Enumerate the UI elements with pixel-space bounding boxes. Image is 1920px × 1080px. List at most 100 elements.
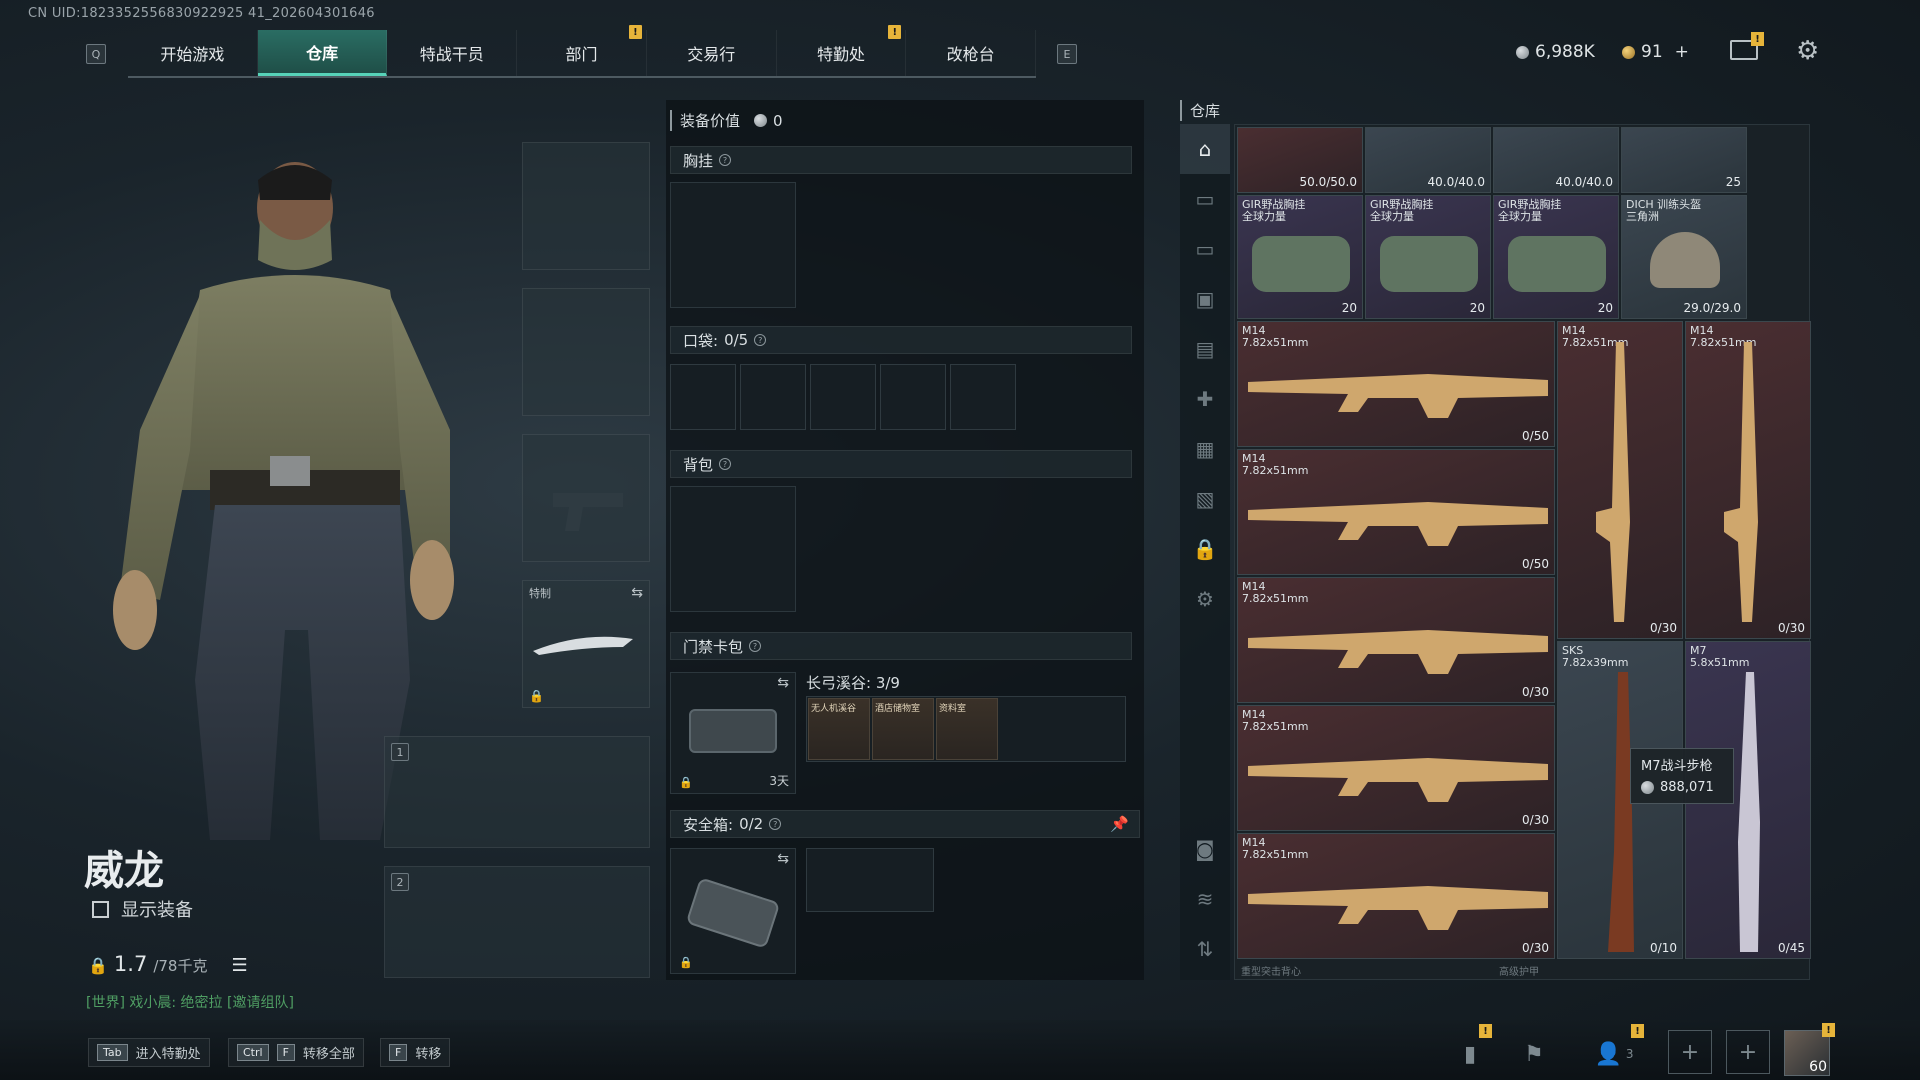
help-icon[interactable]: ? xyxy=(719,154,732,166)
list-icon[interactable]: ☰ xyxy=(231,955,247,976)
pocket-slot[interactable] xyxy=(880,364,946,430)
help-icon[interactable]: ? xyxy=(749,640,762,652)
gold-balance: 91 + xyxy=(1622,42,1689,62)
friends-icon[interactable]: 👤 3 ! xyxy=(1584,1024,1644,1074)
swap-icon[interactable]: ⇆ xyxy=(777,675,789,691)
stats-icon[interactable]: ▮ ! xyxy=(1448,1024,1492,1074)
lock-icon: 🔒 xyxy=(679,956,693,969)
pistol-slot[interactable] xyxy=(522,434,650,562)
tab-warehouse[interactable]: 仓库 xyxy=(257,30,388,76)
world-chat-message[interactable]: [世界] 戏小晨: 绝密拉 [邀请组队] xyxy=(86,992,294,1012)
keycard-map: 长弓溪谷: 3/9 xyxy=(806,674,900,692)
inventory-item[interactable]: 50.0/50.0 xyxy=(1237,127,1363,193)
inventory-item[interactable]: M14 7.82x51mm 0/30 xyxy=(1685,321,1811,639)
inventory-item[interactable]: M14 7.82x51mm 0/50 xyxy=(1237,321,1555,447)
armor-category-icon[interactable]: ▣ xyxy=(1180,274,1230,324)
layers-icon[interactable]: ≋ xyxy=(1180,874,1230,924)
warning-icon: ! xyxy=(1479,1024,1492,1038)
swap-icon[interactable]: ⇆ xyxy=(777,851,789,867)
nav-left-key[interactable]: Q xyxy=(86,44,106,64)
user-uid: CN UID:1823352556830922925 41_2026043016… xyxy=(28,6,375,21)
portrait-icon[interactable]: ◙ xyxy=(1180,824,1230,874)
sort-icon[interactable]: ⇅ xyxy=(1180,924,1230,974)
pocket-slot[interactable] xyxy=(670,364,736,430)
enter-special-ops-hint[interactable]: Tab 进入特勤处 xyxy=(88,1038,210,1067)
flag-icon[interactable]: ⚑ xyxy=(1512,1034,1556,1074)
top-nav: 开始游戏 仓库 特战干员 部门! 交易行 特勤处! 改枪台 xyxy=(128,25,1037,78)
mail-icon[interactable]: ! xyxy=(1730,32,1764,60)
help-icon[interactable]: ? xyxy=(719,458,732,470)
inventory-item[interactable]: 25 xyxy=(1621,127,1747,193)
chest-rig-slot[interactable] xyxy=(670,182,796,308)
tab-special-ops[interactable]: 特勤处! xyxy=(777,25,907,76)
tab-gunsmith[interactable]: 改枪台 xyxy=(906,30,1037,76)
safebox-grid[interactable] xyxy=(806,848,934,912)
silver-coin-icon xyxy=(1641,781,1654,794)
chest-rig-header: 胸挂? xyxy=(670,146,1132,174)
smg-category-icon[interactable]: ▭ xyxy=(1180,224,1230,274)
misc-category-icon[interactable]: ▧ xyxy=(1180,474,1230,524)
add-teammate-button[interactable]: + xyxy=(1726,1030,1770,1074)
primary-weapon-slot-1[interactable]: 1 xyxy=(384,736,650,848)
rifle-icon xyxy=(1248,758,1548,802)
helmet-slot[interactable] xyxy=(522,142,650,270)
inventory-item[interactable]: M14 7.82x51mm 0/30 xyxy=(1237,705,1555,831)
transfer-hint[interactable]: F 转移 xyxy=(380,1038,451,1067)
rifle-icon xyxy=(1738,672,1760,952)
help-icon[interactable]: ? xyxy=(754,334,767,346)
keycard-case-slot[interactable]: ⇆ 🔒 3天 xyxy=(670,672,796,794)
keycard-item[interactable]: 酒店储物室 xyxy=(872,698,934,760)
show-equip-toggle[interactable]: 显示装备 xyxy=(92,896,193,922)
pistol-icon xyxy=(553,493,623,531)
attachment-category-icon[interactable]: ▦ xyxy=(1180,424,1230,474)
inventory-item[interactable]: M14 7.82x51mm 0/30 xyxy=(1237,577,1555,703)
pocket-slot[interactable] xyxy=(950,364,1016,430)
help-icon[interactable]: ? xyxy=(769,818,782,830)
warning-icon: ! xyxy=(1822,1023,1835,1037)
transfer-all-hint[interactable]: Ctrl F 转移全部 xyxy=(228,1038,364,1067)
keycard-item[interactable]: 资料室 xyxy=(936,698,998,760)
add-gold-button[interactable]: + xyxy=(1675,42,1689,62)
safebox-slot[interactable]: ⇆ 🔒 xyxy=(670,848,796,974)
armor-slot[interactable] xyxy=(522,288,650,416)
rifle-category-icon[interactable]: ▭ xyxy=(1180,174,1230,224)
melee-slot[interactable]: 特制 ⇆ 🔒 xyxy=(522,580,650,708)
inventory-item[interactable]: M14 7.82x51mm 0/30 xyxy=(1237,833,1555,959)
tab-market[interactable]: 交易行 xyxy=(647,30,777,76)
tab-start-game[interactable]: 开始游戏 xyxy=(128,30,258,76)
rifle-icon xyxy=(1248,374,1548,418)
operator-name: 威龙 xyxy=(84,848,164,894)
nav-right-key[interactable]: E xyxy=(1057,44,1077,64)
inventory-item[interactable]: GIR野战胸挂 全球力量 20 xyxy=(1493,195,1619,319)
pocket-slot[interactable] xyxy=(740,364,806,430)
tab-operators[interactable]: 特战干员 xyxy=(387,30,518,76)
inventory-item[interactable]: GIR野战胸挂 全球力量 20 xyxy=(1365,195,1491,319)
add-teammate-button[interactable]: + xyxy=(1668,1030,1712,1074)
inventory-item[interactable]: M14 7.82x51mm 0/30 xyxy=(1557,321,1683,639)
pocket-slot[interactable] xyxy=(810,364,876,430)
gear-icon[interactable]: ⚙ xyxy=(1180,574,1230,624)
inventory-item[interactable]: DICH 训练头盔 三角洲 29.0/29.0 xyxy=(1621,195,1747,319)
medical-category-icon[interactable]: ✚ xyxy=(1180,374,1230,424)
pocket-header: 口袋: 0/5 ? xyxy=(670,326,1132,354)
keycard-item[interactable]: 无人机溪谷 xyxy=(808,698,870,760)
checkbox[interactable] xyxy=(92,900,109,918)
pin-icon[interactable]: 📌 xyxy=(1110,815,1129,833)
lock-icon[interactable]: 🔒 xyxy=(1180,524,1230,574)
ammo-category-icon[interactable]: ▤ xyxy=(1180,324,1230,374)
inventory-item[interactable]: 40.0/40.0 xyxy=(1493,127,1619,193)
inventory-item[interactable]: GIR野战胸挂 全球力量 20 xyxy=(1237,195,1363,319)
tab-department[interactable]: 部门! xyxy=(517,25,647,76)
inventory-item[interactable]: M14 7.82x51mm 0/50 xyxy=(1237,449,1555,575)
inventory-item[interactable]: 40.0/40.0 xyxy=(1365,127,1491,193)
rifle-icon xyxy=(1608,672,1634,952)
rifle-icon xyxy=(1724,342,1758,622)
equip-value: 装备价值 0 xyxy=(670,110,783,131)
backpack-slot[interactable] xyxy=(670,486,796,612)
gear-icon[interactable]: ⚙ xyxy=(1796,36,1819,66)
primary-weapon-slot-2[interactable]: 2 xyxy=(384,866,650,978)
all-items-icon[interactable]: ⌂ xyxy=(1180,124,1230,174)
warehouse-grid: 50.0/50.0 40.0/40.0 40.0/40.0 25 GIR野战胸挂… xyxy=(1234,124,1811,980)
avatar[interactable]: 60 ! xyxy=(1784,1023,1835,1076)
warning-icon: ! xyxy=(888,25,902,39)
